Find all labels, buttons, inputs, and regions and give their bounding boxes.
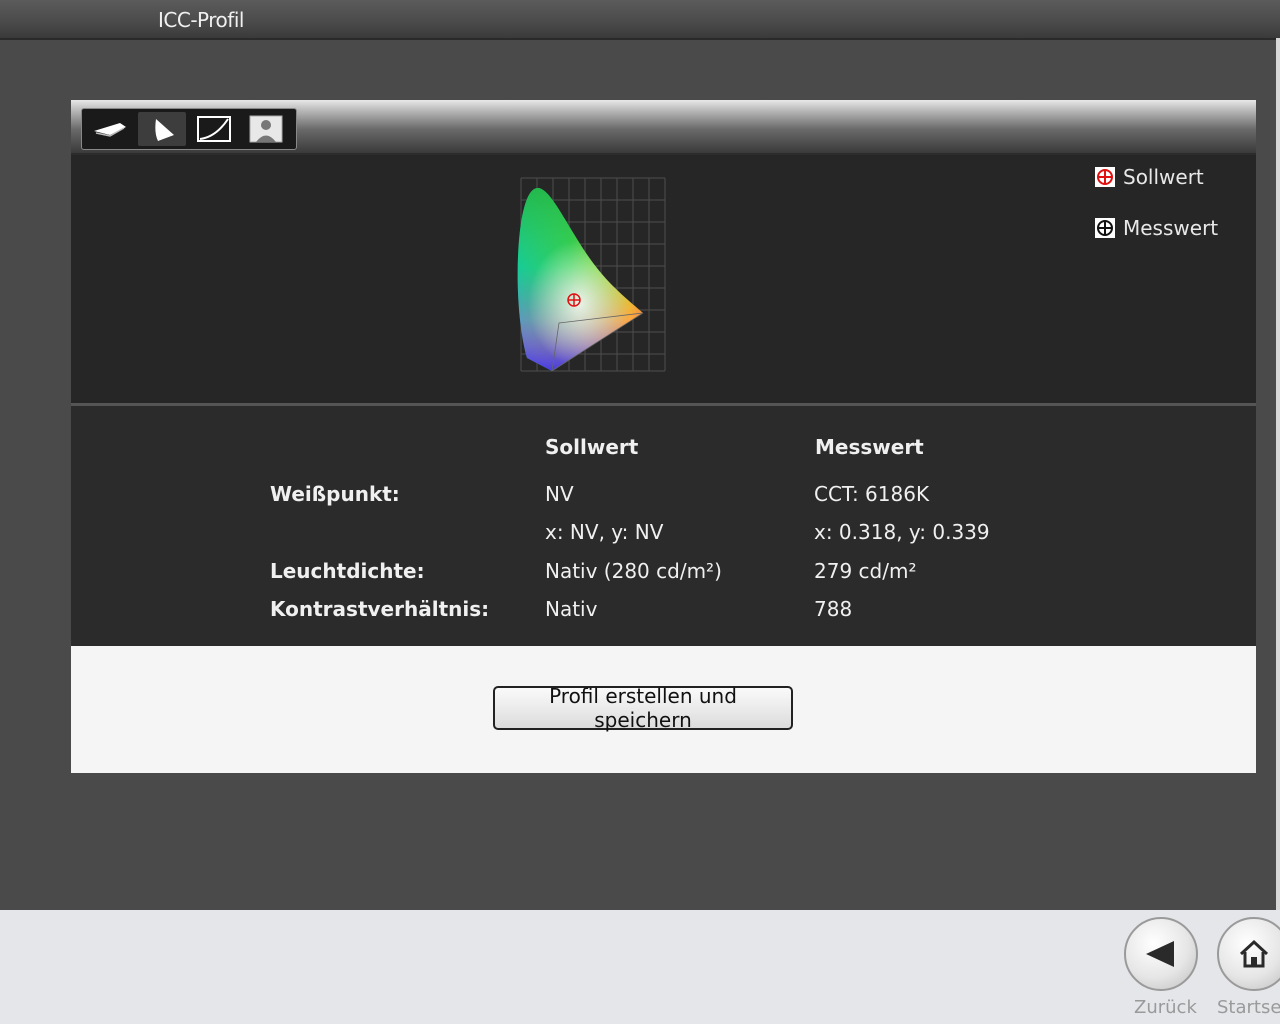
panel-header	[71, 100, 1256, 153]
action-area: Profil erstellen und speichern	[71, 646, 1256, 773]
right-edge	[1276, 38, 1280, 910]
display-icon	[94, 123, 126, 137]
tool-gamut-button[interactable]	[138, 112, 186, 146]
whitepoint-target: NV	[545, 482, 574, 506]
window-title: ICC-Profil	[158, 8, 244, 32]
legend-target-label: Sollwert	[1123, 165, 1204, 189]
gamut-icon	[155, 119, 174, 141]
target-marker	[567, 293, 581, 307]
title-bar: ICC-Profil	[0, 0, 1280, 40]
home-icon	[1239, 939, 1269, 968]
cie-chromaticity-diagram	[517, 177, 666, 372]
row-label-contrast: Kontrastverhältnis:	[270, 597, 490, 621]
contrast-target: Nativ	[545, 597, 598, 621]
row-label-luminance: Leuchtdichte:	[270, 559, 425, 583]
tool-tone-curve-button[interactable]	[190, 112, 238, 146]
create-profile-button[interactable]: Profil erstellen und speichern	[493, 684, 793, 732]
whitepoint-xy-measured: x: 0.318, y: 0.339	[814, 520, 990, 544]
measured-marker-icon	[1095, 218, 1115, 238]
icc-panel: Sollwert Messwert Sollwert Messwert Weiß…	[71, 100, 1256, 773]
whitepoint-measured: CCT: 6186K	[814, 482, 930, 506]
col-header-target: Sollwert	[545, 435, 639, 459]
legend-target: Sollwert	[1095, 165, 1204, 189]
legend-measured: Messwert	[1095, 216, 1218, 240]
chromaticity-area: Sollwert Messwert	[71, 155, 1256, 403]
bottom-nav-bar: Zurück Startse	[0, 910, 1280, 1024]
home-button[interactable]	[1217, 917, 1280, 991]
tool-person-image-button[interactable]	[242, 112, 290, 146]
tool-display-button[interactable]	[86, 112, 134, 146]
tone-curve-icon	[197, 116, 231, 142]
person-image-icon	[249, 115, 283, 143]
back-arrow-icon	[1146, 941, 1174, 967]
back-button[interactable]	[1124, 917, 1198, 991]
contrast-measured: 788	[814, 597, 853, 621]
home-label: Startse	[1217, 997, 1280, 1018]
target-marker-icon	[1095, 167, 1115, 187]
back-label: Zurück	[1134, 997, 1197, 1018]
luminance-measured: 279 cd/m²	[814, 559, 917, 583]
luminance-target: Nativ (280 cd/m²)	[545, 559, 722, 583]
col-header-measured: Messwert	[815, 435, 924, 459]
row-label-whitepoint: Weißpunkt:	[270, 482, 400, 506]
view-toolbar	[81, 108, 297, 150]
legend-measured-label: Messwert	[1123, 216, 1219, 240]
whitepoint-xy-target: x: NV, y: NV	[545, 520, 664, 544]
measurement-table: Sollwert Messwert Weißpunkt: NV CCT: 618…	[71, 406, 1256, 646]
